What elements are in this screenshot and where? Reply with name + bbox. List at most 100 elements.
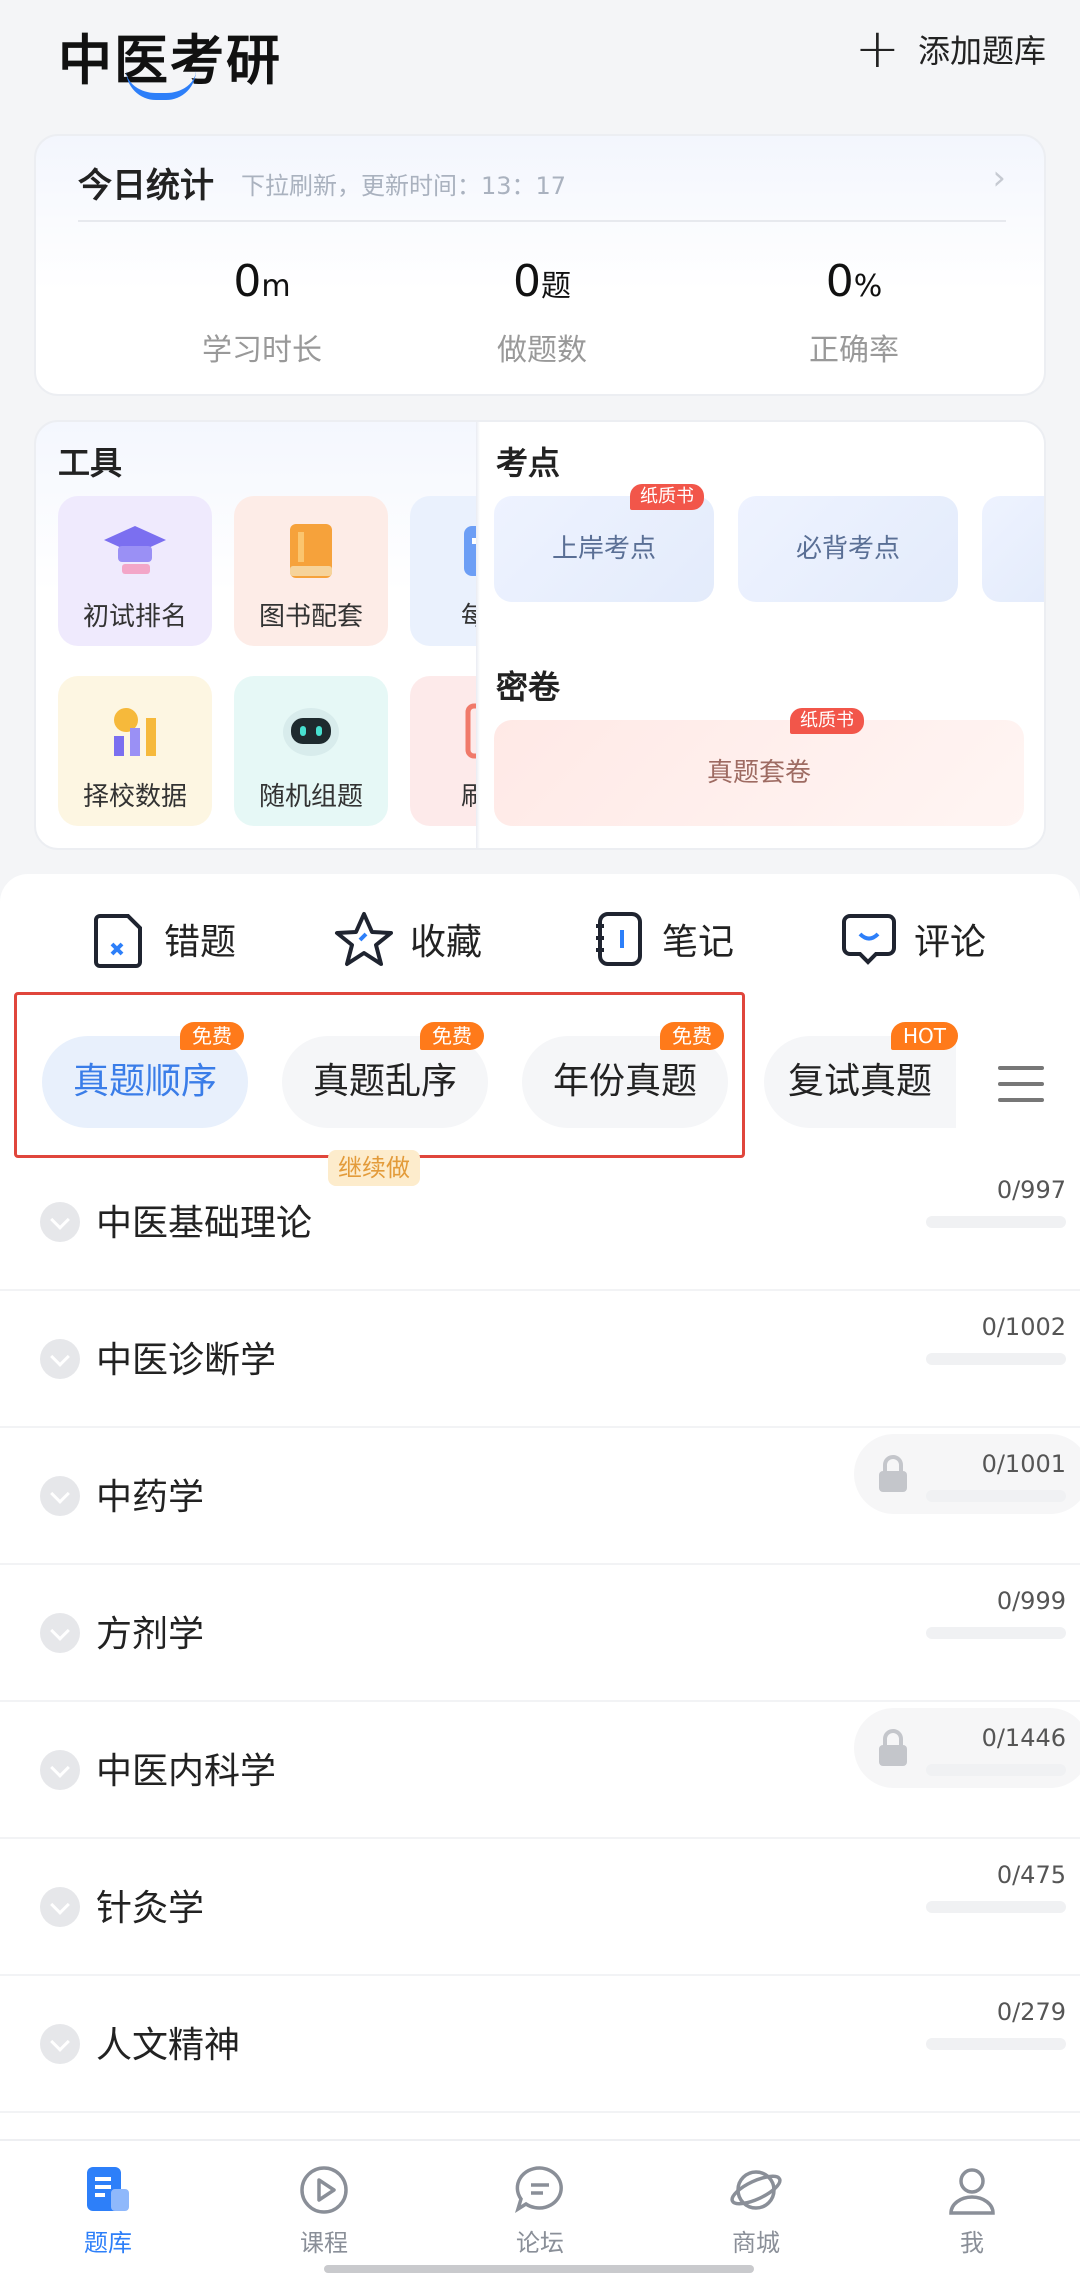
lock-icon <box>879 1455 907 1492</box>
profile-icon <box>949 2168 995 2215</box>
chevron-right-icon[interactable]: › <box>992 158 1006 198</box>
chevron-down-icon[interactable] <box>40 1887 80 1927</box>
stat-value: 0 <box>233 256 262 307</box>
progress-bar <box>926 2038 1066 2050</box>
nav-courses[interactable]: 课程 <box>244 2163 404 2258</box>
stat-study-time: 0m 学习时长 <box>132 256 392 369</box>
wrong-question-icon <box>94 914 142 968</box>
add-question-bank-label: 添加题库 <box>917 32 1046 70</box>
paper-book-badge: 纸质书 <box>790 708 864 734</box>
favorites-button[interactable]: 收藏 <box>334 910 482 968</box>
tool-label: 随机组题 <box>258 782 363 812</box>
point-must-memorize[interactable]: 必背考点 <box>738 496 958 602</box>
progress-count: 0/1446 <box>981 1724 1066 1752</box>
papers-title: 密卷 <box>496 668 561 706</box>
subject-name: 中医诊断学 <box>96 1340 277 1381</box>
tab-real-order[interactable]: 真题顺序 免费 <box>42 1022 248 1128</box>
list-item[interactable]: 中医内科学 0/1446 <box>0 1702 1080 1839</box>
points-panel: 考点 上岸考点 纸质书 必背考点 密卷 真题套卷 纸质书 <box>476 422 1044 848</box>
notebook-icon <box>596 912 642 966</box>
continue-badge: 继续做 <box>328 1150 420 1186</box>
progress-count: 0/475 <box>996 1861 1066 1889</box>
book-icon <box>276 516 346 586</box>
stat-questions-done: 0题 做题数 <box>412 256 672 369</box>
list-item[interactable]: 中医诊断学 0/1002 <box>0 1291 1080 1428</box>
today-stats-card[interactable]: 今日统计 下拉刷新，更新时间：13：17 › 0m 学习时长 0题 做题数 0%… <box>34 134 1046 396</box>
nav-label: 商城 <box>732 2229 780 2257</box>
progress-bar <box>926 1764 1066 1776</box>
comments-button[interactable]: 评论 <box>840 910 986 968</box>
comment-icon <box>842 914 896 965</box>
list-item[interactable]: 针灸学 0/475 <box>0 1839 1080 1976</box>
nav-label: 课程 <box>300 2229 348 2257</box>
progress-bar <box>926 1627 1066 1639</box>
subject-name: 中药学 <box>96 1477 205 1518</box>
quick-label: 错题 <box>164 922 237 963</box>
tool-random-quiz[interactable]: 随机组题 <box>234 676 388 826</box>
lock-icon <box>879 1729 907 1766</box>
tool-label: 择校数据 <box>82 782 187 812</box>
point-more[interactable] <box>982 496 1044 602</box>
subject-name: 针灸学 <box>96 1888 205 1929</box>
divider <box>78 220 1006 222</box>
nav-label: 题库 <box>84 2229 132 2257</box>
progress-bar <box>926 1216 1066 1228</box>
stat-accuracy: 0% 正确率 <box>724 256 984 369</box>
divider <box>476 422 480 848</box>
tools-title: 工具 <box>58 444 123 482</box>
plus-icon: + <box>854 17 900 80</box>
tab-label: 真题乱序 <box>312 1061 457 1102</box>
chevron-down-icon[interactable] <box>40 1613 80 1653</box>
school-data-icon <box>100 696 170 766</box>
list-item[interactable]: 中医基础理论 继续做 0/997 <box>0 1150 1080 1291</box>
point-label: 必背考点 <box>795 534 900 564</box>
list-item[interactable]: 人文精神 0/279 <box>0 1976 1080 2113</box>
free-badge: 免费 <box>660 1022 724 1050</box>
chevron-down-icon[interactable] <box>40 1476 80 1516</box>
tab-retest-real[interactable]: 复试真题 HOT <box>764 1022 958 1128</box>
paper-real-exam-set[interactable]: 真题套卷 纸质书 <box>494 708 1024 826</box>
nav-label: 论坛 <box>516 2229 564 2257</box>
progress-count: 0/1001 <box>981 1450 1066 1478</box>
tools-card: 工具 初试排名 图书配套 每日 择校数据 随机组题 刷题 <box>34 420 1046 850</box>
tool-exam-ranking[interactable]: 初试排名 <box>58 496 212 646</box>
chevron-down-icon[interactable] <box>40 1202 80 1242</box>
stat-unit: % <box>853 269 883 304</box>
tool-book-supplement[interactable]: 图书配套 <box>234 496 388 646</box>
chevron-down-icon[interactable] <box>40 1750 80 1790</box>
home-indicator[interactable] <box>324 2265 754 2273</box>
stat-value: 0 <box>825 256 854 307</box>
list-item[interactable]: 中药学 0/1001 <box>0 1428 1080 1565</box>
stat-label: 学习时长 <box>202 333 322 368</box>
quick-label: 笔记 <box>662 922 735 963</box>
chevron-down-icon[interactable] <box>40 1339 80 1379</box>
subject-name: 人文精神 <box>96 2025 241 2066</box>
free-badge: 免费 <box>420 1022 484 1050</box>
progress-count: 0/1002 <box>981 1313 1066 1341</box>
tab-real-shuffled[interactable]: 真题乱序 免费 <box>282 1022 488 1128</box>
notes-button[interactable]: 笔记 <box>592 910 734 968</box>
wrong-questions-button[interactable]: 错题 <box>92 910 236 968</box>
graduation-cap-icon <box>100 516 170 586</box>
nav-question-bank[interactable]: 题库 <box>28 2163 188 2258</box>
list-item[interactable]: 方剂学 0/999 <box>0 1565 1080 1702</box>
nav-shop[interactable]: 商城 <box>676 2163 836 2258</box>
subject-name: 中医基础理论 <box>96 1203 313 1244</box>
subject-name: 中医内科学 <box>96 1751 277 1792</box>
stat-value: 0 <box>513 256 541 307</box>
nav-forum[interactable]: 论坛 <box>460 2163 620 2258</box>
question-bank-panel: 错题 收藏 笔记 评论 真题顺序 免费 真题乱序 免费 年份真题 免费 复试真题… <box>0 874 1080 2139</box>
stats-refresh-hint: 下拉刷新，更新时间：13：17 <box>241 172 567 200</box>
point-label: 上岸考点 <box>551 534 656 564</box>
point-shangan[interactable]: 上岸考点 纸质书 <box>494 484 714 602</box>
menu-icon[interactable] <box>998 1066 1044 1102</box>
bottom-nav: 题库 课程 论坛 商城 我 <box>0 2139 1080 2278</box>
add-question-bank-button[interactable]: + 添加题库 <box>855 22 1046 76</box>
tool-label: 初试排名 <box>82 602 187 632</box>
tool-school-data[interactable]: 择校数据 <box>58 676 212 826</box>
chevron-down-icon[interactable] <box>40 2024 80 2064</box>
nav-me[interactable]: 我 <box>892 2163 1052 2258</box>
top-header: 中医考研 + 添加题库 <box>0 0 1080 120</box>
planet-shop-icon <box>730 2170 782 2210</box>
tab-year-real[interactable]: 年份真题 免费 <box>522 1022 728 1128</box>
